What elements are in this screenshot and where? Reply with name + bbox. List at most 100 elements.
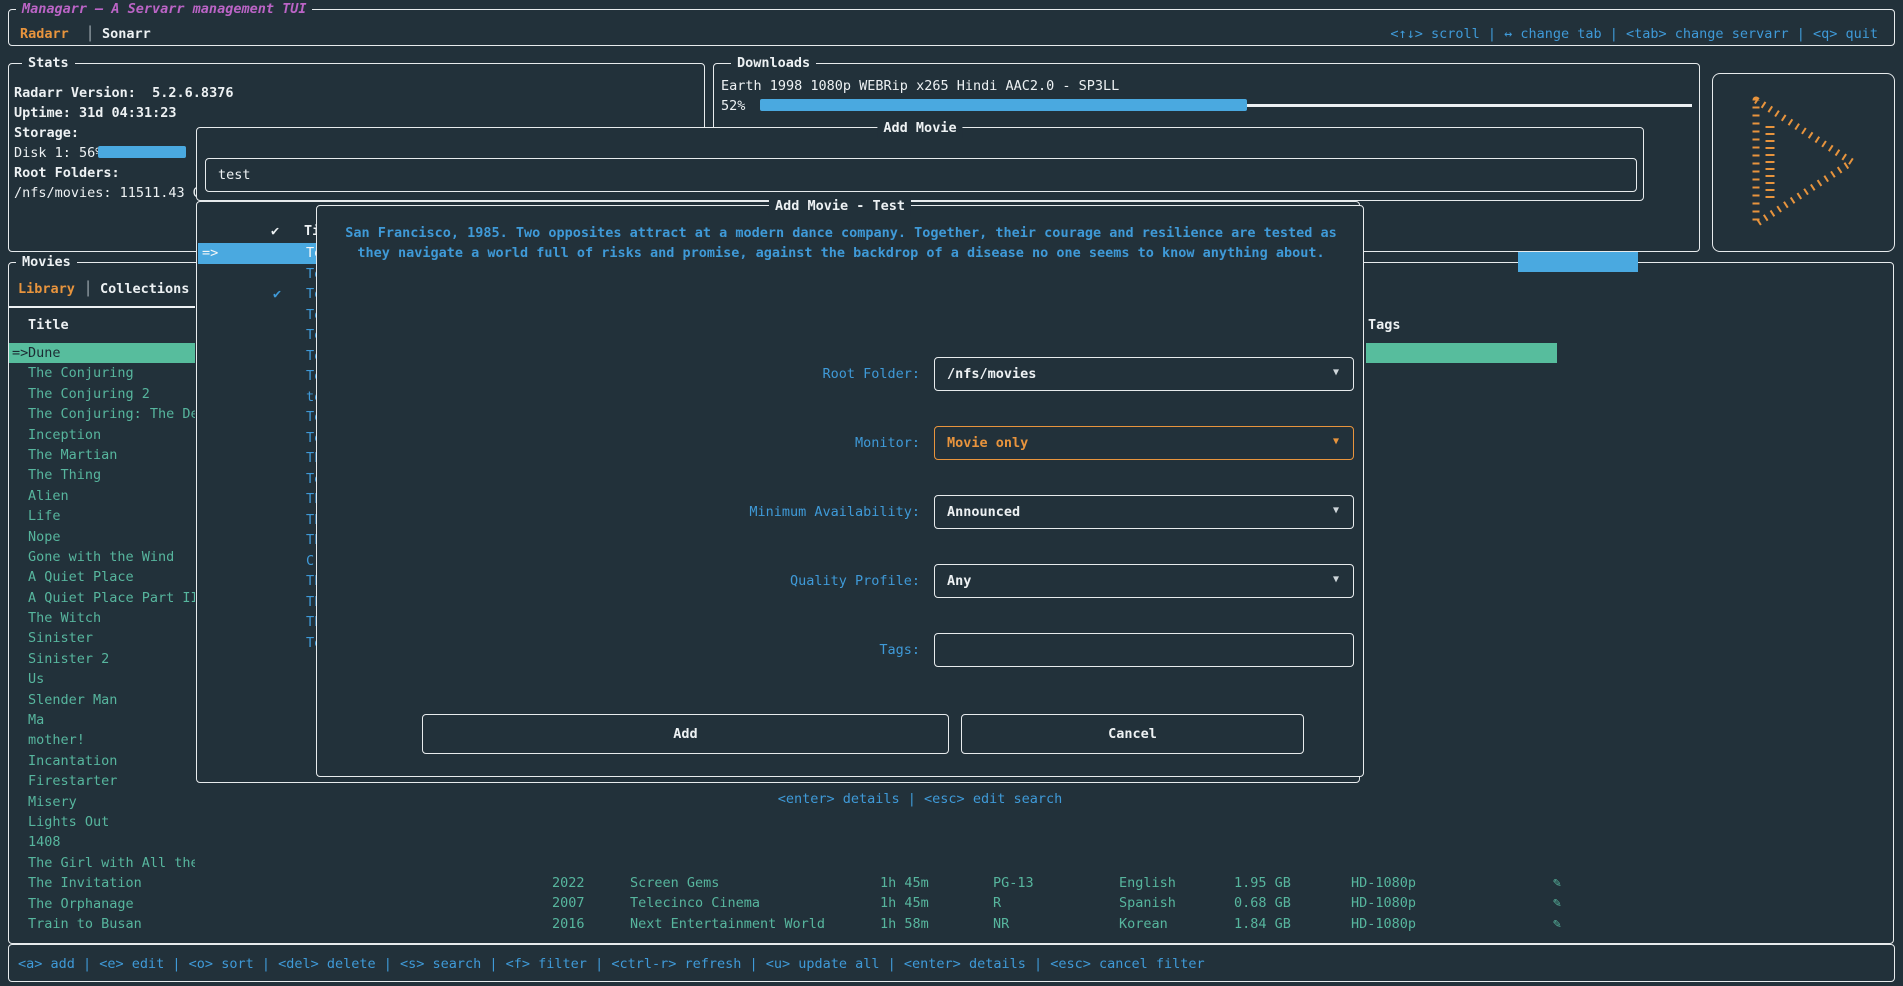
dropdown-root-folder[interactable]: /nfs/movies ▼ [934,357,1354,391]
tag-icon: ✎ [1553,914,1561,934]
movie-title: Lights Out [28,812,109,832]
movie-title: Nope [28,527,61,547]
movie-title: Us [28,669,44,689]
dropdown-quality-profile[interactable]: Any▼ [934,564,1354,598]
add-movie-popup: Add Movie test [196,127,1644,201]
library-row[interactable]: Incantation [9,751,195,771]
movie-title: Incantation [28,751,117,771]
library-row[interactable]: Inception [9,425,195,445]
cell-language: Korean [1119,914,1168,934]
movies-table-row[interactable]: 2007Telecinco Cinema1h 45mRSpanish0.68 G… [0,893,1903,913]
cell-runtime: 1h 58m [880,914,929,934]
movie-title: 1408 [28,832,61,852]
movie-title: A Quiet Place Part II [28,588,195,608]
movie-title: The Martian [28,445,117,465]
tab-library[interactable]: Library [18,279,75,299]
library-row[interactable]: Gone with the Wind [9,547,195,567]
library-rows: =>DuneThe ConjuringThe Conjuring 2The Co… [9,343,195,943]
selected-result-highlight-fragment [1518,252,1638,272]
movie-title: The Witch [28,608,101,628]
tab-sonarr[interactable]: Sonarr [102,24,151,44]
add-button[interactable]: Add [422,714,949,754]
column-header-tags: Tags [1368,315,1401,335]
movies-table-row[interactable]: 2022Screen Gems1h 45mPG-13English1.95 GB… [0,873,1903,893]
movie-title: Firestarter [28,771,117,791]
field-label-monitor: Monitor: [600,433,920,453]
stats-storage-label: Storage: [14,123,79,143]
library-row[interactable]: Slender Man [9,690,195,710]
library-row[interactable]: The Conjuring 2 [9,384,195,404]
dropdown-monitor[interactable]: Movie only ▼ [934,426,1354,460]
cell-runtime: 1h 45m [880,873,929,893]
dropdown-minimum-availability[interactable]: Announced ▼ [934,495,1354,529]
movies-tab-divider [9,306,195,308]
movie-title: The Girl with All the [28,853,195,873]
movie-search-value: test [218,165,251,185]
managarr-tui-screen: Managarr – A Servarr management TUI Rada… [0,0,1903,986]
stats-root-folders-label: Root Folders: [14,163,120,183]
library-row[interactable]: mother! [9,730,195,750]
library-row[interactable]: The Martian [9,445,195,465]
cell-quality: HD-1080p [1351,914,1416,934]
field-value: Announced [947,502,1020,522]
cell-size: 0.68 GB [1234,893,1291,913]
add-button-label: Add [673,726,697,742]
library-row[interactable]: =>Dune [9,343,195,363]
movies-table-row[interactable]: 2016Next Entertainment World1h 58mNRKore… [0,914,1903,934]
chevron-down-icon: ▼ [1333,505,1339,516]
tab-radarr[interactable]: Radarr [20,24,69,44]
cell-studio: Screen Gems [630,873,719,893]
field-value: /nfs/movies [947,364,1036,384]
cell-year: 2007 [552,893,585,913]
library-row[interactable]: Sinister [9,628,195,648]
movie-search-input[interactable]: test [205,158,1637,192]
stats-version: Radarr Version: 5.2.6.8376 [14,83,233,103]
field-value: Movie only [947,433,1028,453]
chevron-down-icon: ▼ [1333,367,1339,378]
movie-title: The Thing [28,465,101,485]
movie-overview: San Francisco, 1985. Two opposites attra… [331,223,1351,263]
library-row[interactable]: Us [9,669,195,689]
library-row[interactable]: Sinister 2 [9,649,195,669]
library-row[interactable]: The Conjuring: The De [9,404,195,424]
library-row[interactable]: Ma [9,710,195,730]
library-row[interactable]: A Quiet Place [9,567,195,587]
library-row[interactable]: Alien [9,486,195,506]
library-row[interactable]: Misery [9,792,195,812]
library-row[interactable]: The Thing [9,465,195,485]
movie-title: A Quiet Place [28,567,134,587]
library-row[interactable]: The Witch [9,608,195,628]
library-row[interactable]: A Quiet Place Part II [9,588,195,608]
movie-title: The Conjuring 2 [28,384,150,404]
movie-title: Misery [28,792,77,812]
cell-quality: HD-1080p [1351,873,1416,893]
tag-icon: ✎ [1553,893,1561,913]
library-tab-separator: │ [84,279,92,299]
library-row[interactable]: 1408 [9,832,195,852]
stats-root-folder-usage: /nfs/movies: 11511.43 GB [14,183,209,203]
tab-collections[interactable]: Collections [100,279,189,299]
library-row[interactable]: Life [9,506,195,526]
library-row[interactable]: Lights Out [9,812,195,832]
cell-size: 1.95 GB [1234,873,1291,893]
selected-row-prefix: => [202,243,218,263]
tag-icon: ✎ [1553,873,1561,893]
input-tags[interactable] [934,633,1354,667]
library-row[interactable]: Firestarter [9,771,195,791]
top-keybind-hints: <↑↓> scroll | ↔ change tab | <tab> chang… [1390,24,1878,44]
cancel-button[interactable]: Cancel [961,714,1304,754]
managarr-logo-icon [1740,88,1868,236]
selected-row-tags-highlight [1366,343,1557,363]
library-row[interactable]: The Conjuring [9,363,195,383]
download-progress-gauge [760,99,1247,111]
library-row[interactable]: The Girl with All the [9,853,195,873]
library-row[interactable]: Nope [9,527,195,547]
movie-title: Slender Man [28,690,117,710]
movie-title: Gone with the Wind [28,547,174,567]
monitored-check-icon: ✔ [273,284,281,304]
cell-studio: Next Entertainment World [630,914,825,934]
chevron-down-icon: ▼ [1333,436,1339,447]
movie-title: Life [28,506,61,526]
column-header-title: Title [28,315,69,335]
overview-line-2: they navigate a world full of risks and … [331,243,1351,263]
